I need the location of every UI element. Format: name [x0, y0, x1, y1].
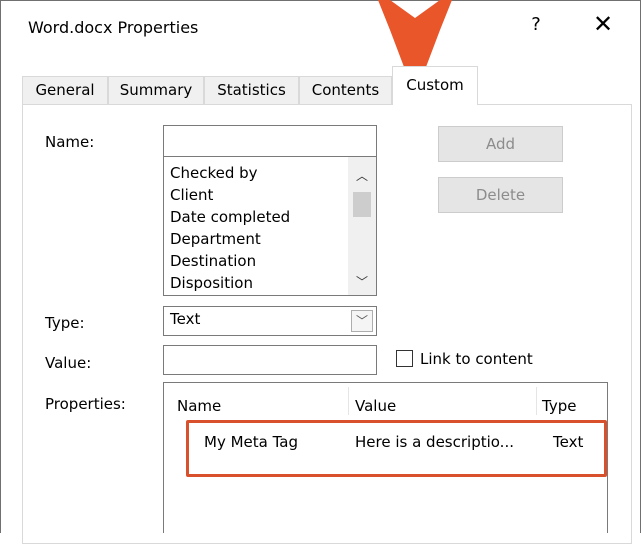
- properties-dialog: Word.docx Properties ? ✕ General Summary…: [0, 0, 641, 544]
- list-item[interactable]: Destination: [170, 250, 256, 272]
- tab-label: Summary: [119, 81, 193, 99]
- list-item[interactable]: Department: [170, 228, 261, 250]
- tab-statistics[interactable]: Statistics: [204, 76, 299, 104]
- tab-label: Contents: [311, 81, 380, 99]
- tab-label: Statistics: [217, 81, 286, 99]
- list-scrollbar[interactable]: ︿ ﹀: [348, 157, 376, 295]
- list-item[interactable]: Date completed: [170, 206, 290, 228]
- scroll-up-arrow-icon[interactable]: ︿: [348, 167, 376, 185]
- scroll-down-arrow-icon[interactable]: ﹀: [348, 273, 376, 291]
- type-select[interactable]: Text ﹀: [163, 306, 377, 336]
- name-label: Name:: [45, 133, 95, 151]
- close-button[interactable]: ✕: [586, 11, 620, 37]
- list-item[interactable]: Checked by: [170, 162, 258, 184]
- column-header-type[interactable]: Type: [542, 397, 576, 415]
- list-item[interactable]: Client: [170, 184, 213, 206]
- highlight-box: [186, 420, 607, 477]
- properties-label: Properties:: [45, 395, 126, 413]
- tab-custom[interactable]: Custom: [392, 66, 478, 105]
- tab-general[interactable]: General: [22, 76, 108, 104]
- title-bar: Word.docx Properties ? ✕: [1, 1, 640, 57]
- window-border: [0, 0, 1, 533]
- name-input[interactable]: [163, 125, 377, 157]
- add-button[interactable]: Add: [438, 126, 563, 162]
- tab-summary[interactable]: Summary: [108, 76, 204, 104]
- type-label: Type:: [45, 314, 85, 332]
- link-to-content-label[interactable]: Link to content: [420, 350, 533, 368]
- name-suggestions-list[interactable]: Checked by Client Date completed Departm…: [163, 157, 377, 296]
- chevron-down-icon[interactable]: ﹀: [351, 310, 373, 332]
- column-header-value[interactable]: Value: [355, 397, 396, 415]
- value-label: Value:: [45, 354, 92, 372]
- value-input[interactable]: [163, 345, 377, 375]
- help-button[interactable]: ?: [521, 14, 551, 35]
- list-item[interactable]: Disposition: [170, 272, 253, 294]
- column-divider[interactable]: [536, 387, 537, 415]
- link-to-content-checkbox[interactable]: [396, 350, 413, 367]
- window-title: Word.docx Properties: [28, 18, 199, 37]
- scroll-thumb[interactable]: [353, 192, 371, 217]
- tab-label: Custom: [406, 76, 464, 94]
- column-divider[interactable]: [348, 387, 349, 415]
- tab-label: General: [35, 81, 95, 99]
- delete-button[interactable]: Delete: [438, 177, 563, 213]
- type-selected-value: Text: [170, 310, 201, 328]
- column-header-name[interactable]: Name: [177, 397, 221, 415]
